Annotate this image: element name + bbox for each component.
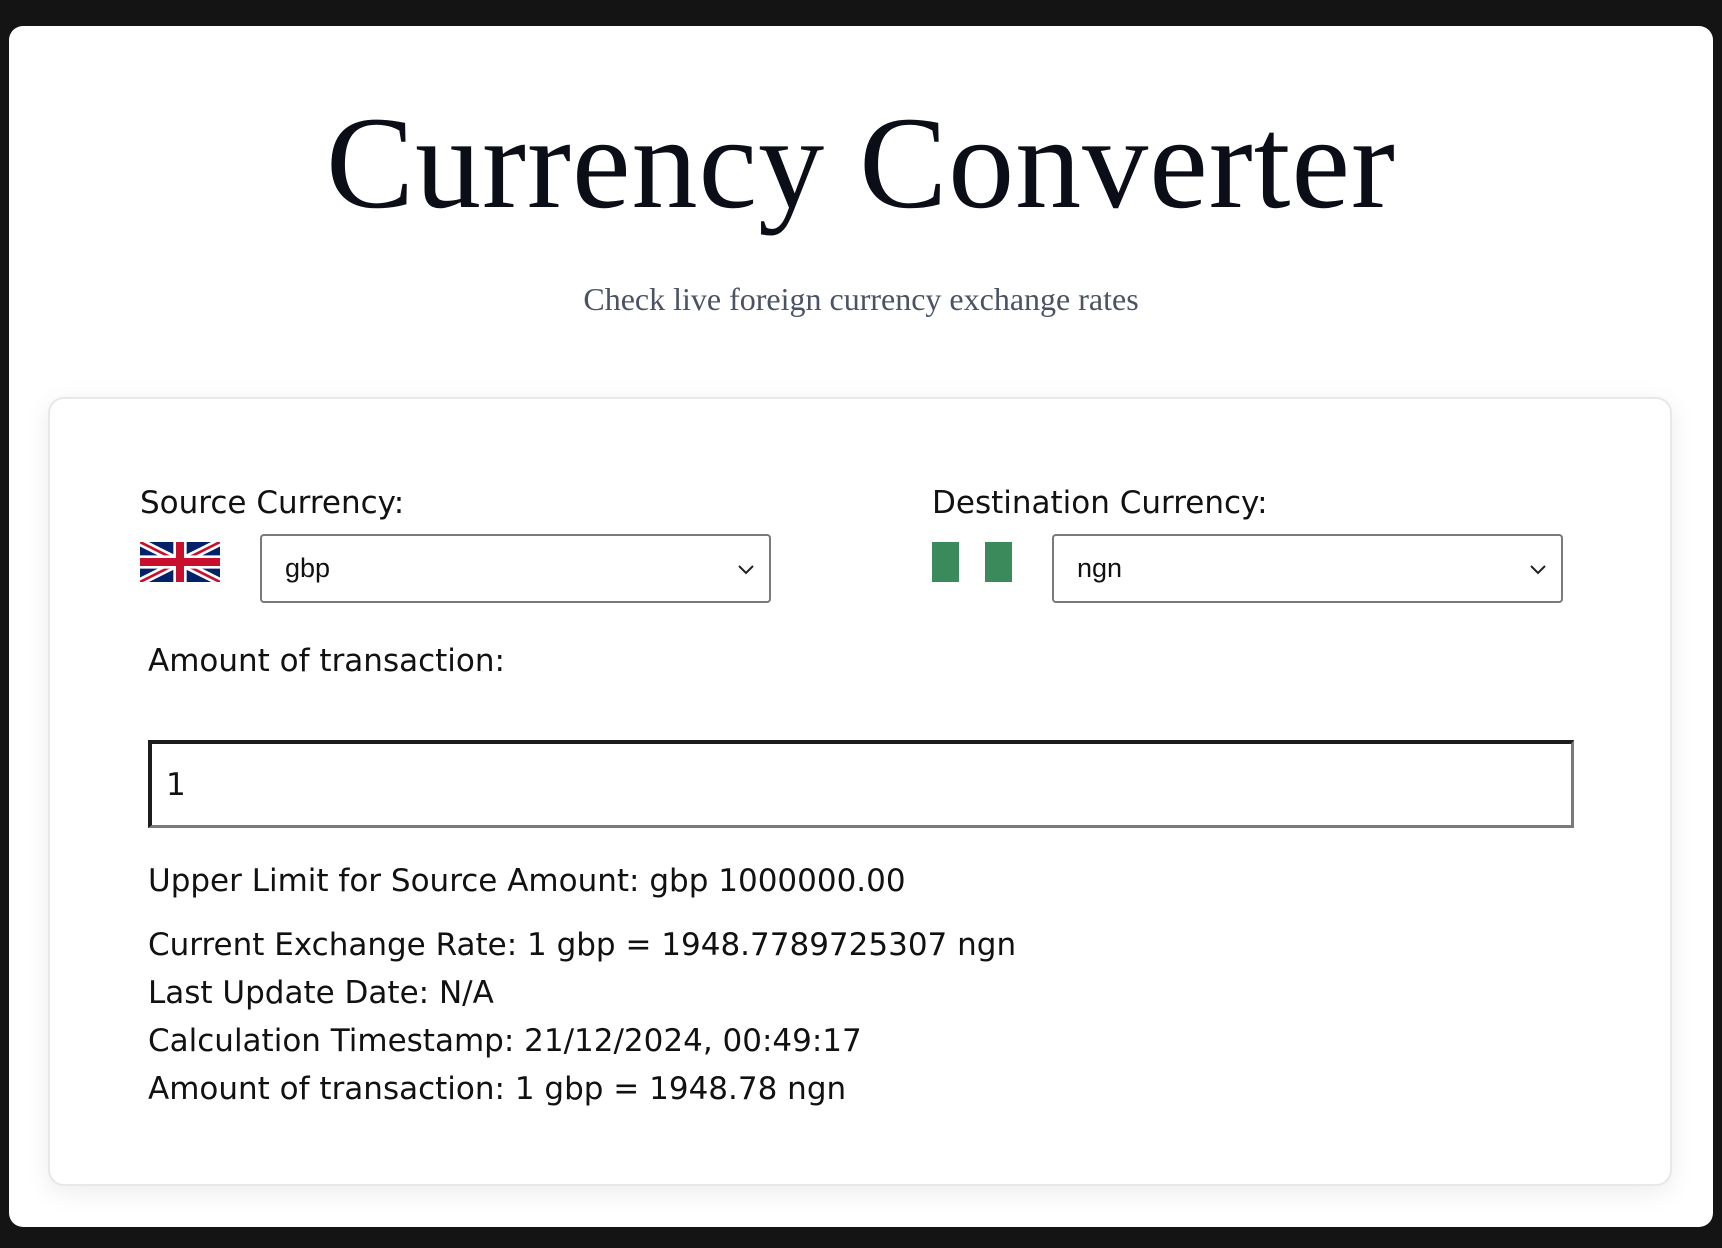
conversion-result-text: Amount of transaction: 1 gbp = 1948.78 n… (148, 1070, 846, 1108)
exchange-rate-label: Current Exchange Rate: (148, 927, 518, 963)
page-subtitle: Check live foreign currency exchange rat… (583, 281, 1139, 317)
last-update-value: N/A (438, 975, 494, 1011)
destination-currency-value: ngn (1077, 553, 1123, 583)
exchange-rate-text: Current Exchange Rate: 1 gbp = 1948.7789… (148, 926, 1016, 964)
destination-currency-select[interactable]: ngn (1052, 534, 1563, 603)
upper-limit-text: Upper Limit for Source Amount: gbp 10000… (148, 862, 906, 900)
last-update-label: Last Update Date: (148, 975, 430, 1011)
chevron-down-icon (738, 565, 754, 575)
nigeria-flag-icon (932, 542, 1012, 582)
source-currency-label: Source Currency: (140, 485, 405, 521)
page-title: Currency Converter (326, 89, 1396, 236)
conversion-result-value: 1 gbp = 1948.78 ngn (514, 1071, 847, 1107)
exchange-rate-value: 1 gbp = 1948.7789725307 ngn (527, 927, 1017, 963)
amount-input[interactable] (148, 740, 1574, 828)
upper-limit-label: Upper Limit for Source Amount: (148, 863, 640, 899)
source-currency-select[interactable]: gbp (260, 534, 771, 603)
source-currency-value: gbp (285, 553, 331, 583)
conversion-result-label: Amount of transaction: (148, 1071, 505, 1107)
destination-currency-label: Destination Currency: (932, 485, 1268, 521)
calculation-timestamp-value: 21/12/2024, 00:49:17 (524, 1023, 862, 1059)
last-update-text: Last Update Date: N/A (148, 974, 494, 1012)
app-window: Currency Converter Check live foreign cu… (9, 26, 1713, 1227)
amount-label: Amount of transaction: (148, 643, 505, 679)
chevron-down-icon (1530, 565, 1546, 575)
calculation-timestamp-label: Calculation Timestamp: (148, 1023, 515, 1059)
calculation-timestamp-text: Calculation Timestamp: 21/12/2024, 00:49… (148, 1022, 862, 1060)
upper-limit-value: gbp 1000000.00 (649, 863, 906, 899)
uk-flag-icon (140, 542, 220, 582)
converter-card: Source Currency: gbp Destination Currenc… (48, 397, 1672, 1186)
